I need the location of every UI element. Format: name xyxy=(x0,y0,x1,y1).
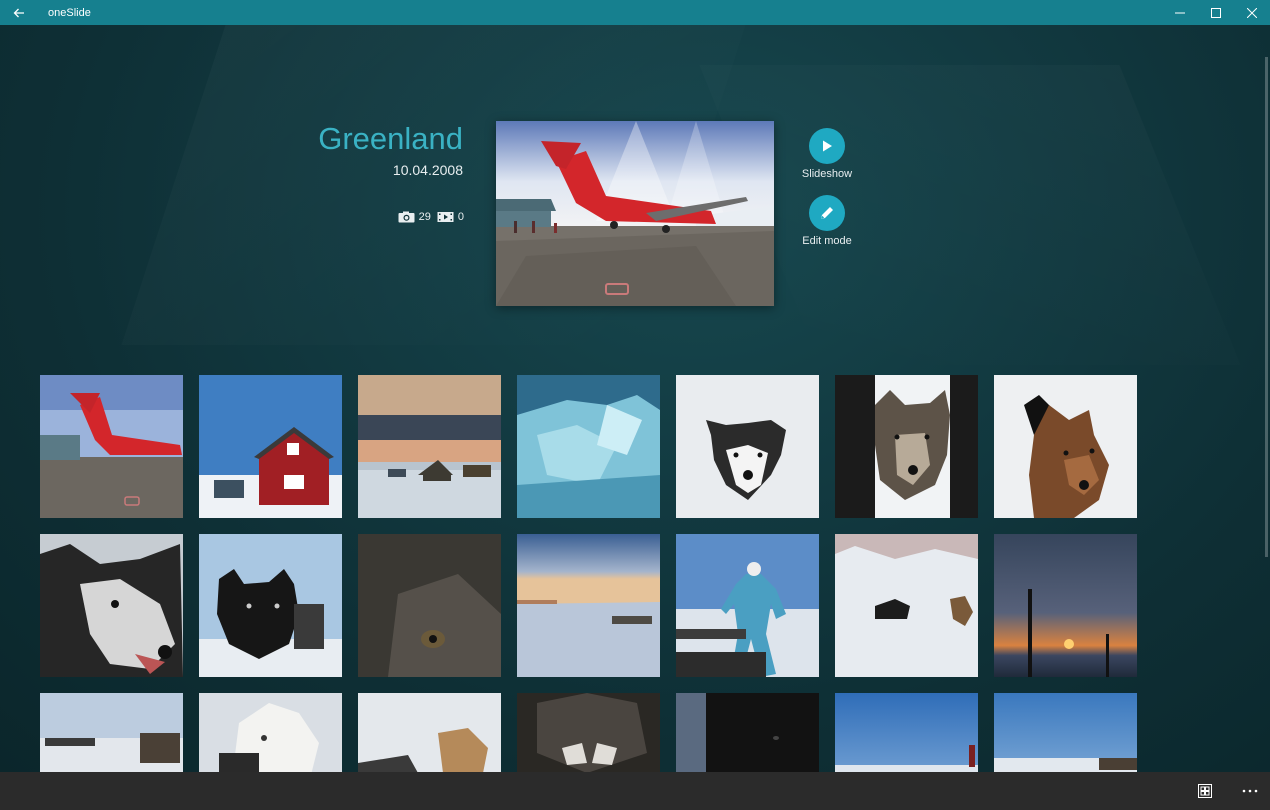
play-icon xyxy=(823,140,832,152)
edit-mode-circle xyxy=(809,195,845,231)
more-ellipsis-icon xyxy=(1242,789,1258,793)
photo-thumbnail[interactable] xyxy=(676,693,819,772)
album-title: Greenland xyxy=(318,121,463,156)
window-controls xyxy=(1162,0,1270,25)
pencil-icon xyxy=(821,207,833,219)
photo-thumbnail[interactable] xyxy=(994,693,1137,772)
camera-icon xyxy=(398,211,415,223)
media-counts: 29 0 xyxy=(398,211,464,223)
slideshow-label: Slideshow xyxy=(801,168,853,180)
select-grid-icon xyxy=(1198,784,1212,798)
select-view-button[interactable] xyxy=(1185,772,1225,810)
album-cover-photo[interactable] xyxy=(496,121,774,306)
slideshow-circle xyxy=(809,128,845,164)
photo-thumbnail[interactable] xyxy=(994,375,1137,518)
back-arrow-icon xyxy=(13,8,24,17)
photo-thumbnail[interactable] xyxy=(358,375,501,518)
bottom-app-bar xyxy=(0,772,1270,810)
photo-thumbnail[interactable] xyxy=(994,534,1137,677)
photo-thumbnail[interactable] xyxy=(676,375,819,518)
photo-thumbnail[interactable] xyxy=(676,534,819,677)
minimize-icon xyxy=(1175,12,1185,13)
maximize-button[interactable] xyxy=(1198,0,1234,25)
photo-thumbnail[interactable] xyxy=(517,693,660,772)
photo-count: 29 xyxy=(398,211,431,223)
photo-thumbnail[interactable] xyxy=(358,534,501,677)
album-date: 10.04.2008 xyxy=(392,162,463,178)
photo-thumbnail[interactable] xyxy=(358,693,501,772)
video-count: 0 xyxy=(437,211,464,223)
background-facet xyxy=(699,65,1241,365)
photo-thumbnail[interactable] xyxy=(40,534,183,677)
window-title: oneSlide xyxy=(48,6,91,19)
close-button[interactable] xyxy=(1234,0,1270,25)
photo-thumbnail[interactable] xyxy=(199,375,342,518)
photo-thumbnail[interactable] xyxy=(835,375,978,518)
photo-thumbnail[interactable] xyxy=(199,693,342,772)
photo-thumbnail[interactable] xyxy=(40,375,183,518)
more-options-button[interactable] xyxy=(1230,772,1270,810)
photo-thumbnail[interactable] xyxy=(517,375,660,518)
photo-thumbnail[interactable] xyxy=(199,534,342,677)
back-button[interactable] xyxy=(0,0,38,25)
photo-thumbnail[interactable] xyxy=(835,693,978,772)
album-view: Greenland 10.04.2008 29 0 Slideshow Edit… xyxy=(0,25,1270,772)
video-icon xyxy=(437,212,454,222)
minimize-button[interactable] xyxy=(1162,0,1198,25)
video-count-value: 0 xyxy=(457,211,464,223)
vertical-scrollbar[interactable] xyxy=(1265,57,1268,557)
title-bar: oneSlide xyxy=(0,0,1270,25)
photo-thumbnail[interactable] xyxy=(517,534,660,677)
close-icon xyxy=(1247,7,1257,18)
photo-thumbnail[interactable] xyxy=(40,693,183,772)
slideshow-button[interactable]: Slideshow xyxy=(797,128,857,180)
photo-count-value: 29 xyxy=(418,211,431,223)
photo-thumbnail[interactable] xyxy=(835,534,978,677)
maximize-icon xyxy=(1211,7,1221,18)
edit-mode-label: Edit mode xyxy=(802,235,852,247)
edit-mode-button[interactable]: Edit mode xyxy=(797,195,857,247)
